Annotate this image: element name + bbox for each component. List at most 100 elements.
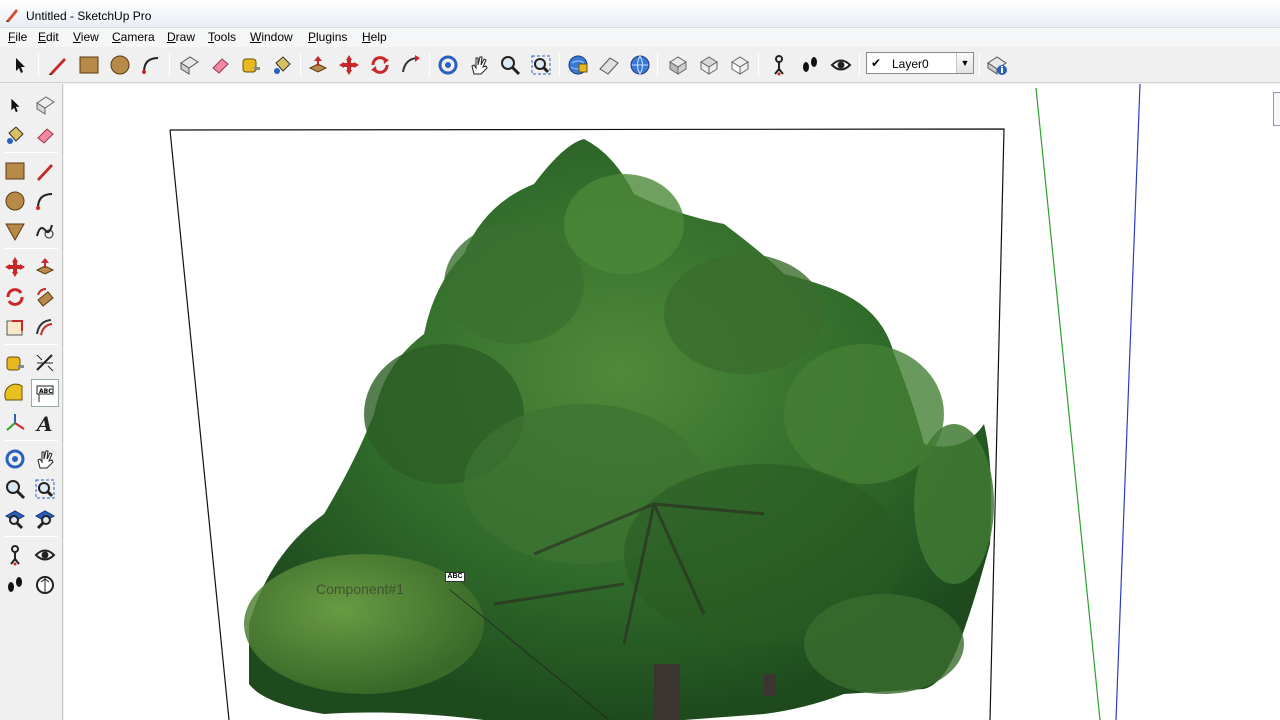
arc-icon[interactable] [31, 187, 59, 215]
text-icon[interactable]: ABC [31, 379, 59, 407]
zoom-extents-icon[interactable] [1, 505, 29, 533]
layer-name: Layer0 [892, 57, 929, 71]
toolbar-separator [559, 53, 560, 77]
iso-view-icon[interactable] [664, 51, 692, 79]
walk-icon[interactable] [1, 571, 29, 599]
toolbar-separator [38, 53, 39, 77]
follow-me-icon[interactable] [397, 51, 425, 79]
select-arrow-icon[interactable] [6, 51, 34, 79]
svg-text:A: A [35, 412, 53, 434]
zoom-window-icon[interactable] [31, 475, 59, 503]
zoom-extents-icon[interactable] [527, 51, 555, 79]
main-toolbar [0, 47, 1280, 83]
pencil-line-icon[interactable] [44, 51, 72, 79]
component-label[interactable]: Component#1 [316, 581, 404, 597]
dimension-icon[interactable] [31, 349, 59, 377]
toolbar-separator [169, 53, 170, 77]
toolbar-separator [657, 53, 658, 77]
tape-measure-icon[interactable] [1, 349, 29, 377]
walk-icon[interactable] [796, 51, 824, 79]
menu-file[interactable]: File [8, 30, 27, 44]
rotate-icon[interactable] [366, 51, 394, 79]
tool-separator [4, 248, 58, 249]
text-tag-icon[interactable]: ABC [445, 572, 465, 582]
menu-plugins[interactable]: Plugins [308, 30, 347, 44]
look-around-icon[interactable] [827, 51, 855, 79]
menu-edit[interactable]: Edit [38, 30, 59, 44]
circle-icon[interactable] [1, 187, 29, 215]
tape-measure-icon[interactable] [237, 51, 265, 79]
tool-separator [4, 344, 58, 345]
push-pull-icon[interactable] [304, 51, 332, 79]
warehouse-icon[interactable] [626, 51, 654, 79]
get-models-icon[interactable] [564, 51, 592, 79]
title-bar: Untitled - SketchUp Pro [0, 0, 1280, 28]
push-pull-icon[interactable] [31, 253, 59, 281]
zoom-icon[interactable] [1, 475, 29, 503]
toolbar-separator [758, 53, 759, 77]
scene-canvas[interactable] [64, 84, 1280, 720]
make-component-icon[interactable] [31, 91, 59, 119]
green-axis [1035, 87, 1101, 720]
blue-axis [1115, 84, 1141, 720]
menu-draw[interactable]: Draw [167, 30, 195, 44]
zoom-icon[interactable] [496, 51, 524, 79]
make-component-icon[interactable] [175, 51, 203, 79]
window-title: Untitled - SketchUp Pro [26, 9, 152, 23]
3d-text-icon[interactable]: A [31, 409, 59, 437]
menu-tools[interactable]: Tools [208, 30, 236, 44]
chevron-down-icon[interactable]: ▼ [956, 53, 973, 73]
eraser-icon[interactable] [206, 51, 234, 79]
previous-view-icon[interactable] [31, 505, 59, 533]
arc-icon[interactable] [137, 51, 165, 79]
rotate-icon[interactable] [1, 283, 29, 311]
model-viewport[interactable]: Component#1 ABC [64, 84, 1280, 720]
menu-bar: File Edit View Camera Draw Tools Window … [0, 28, 1280, 47]
protractor-icon[interactable] [1, 379, 29, 407]
section-plane-icon[interactable] [31, 571, 59, 599]
model-info-icon[interactable] [983, 51, 1011, 79]
pan-hand-icon[interactable] [465, 51, 493, 79]
circle-icon[interactable] [106, 51, 134, 79]
move-icon[interactable] [335, 51, 363, 79]
axes-icon[interactable] [1, 409, 29, 437]
front-view-icon[interactable] [726, 51, 754, 79]
tool-separator [4, 536, 58, 537]
rectangle-icon[interactable] [1, 157, 29, 185]
position-camera-icon[interactable] [765, 51, 793, 79]
orbit-icon[interactable] [1, 445, 29, 473]
paint-bucket-icon[interactable] [1, 121, 29, 149]
share-model-icon[interactable] [595, 51, 623, 79]
pencil-line-icon[interactable] [31, 157, 59, 185]
menu-help[interactable]: Help [362, 30, 387, 44]
top-view-icon[interactable] [695, 51, 723, 79]
tool-separator [4, 152, 58, 153]
rectangle-icon[interactable] [75, 51, 103, 79]
toolbar-separator [429, 53, 430, 77]
panel-tab-handle[interactable] [1273, 92, 1280, 126]
follow-me-icon[interactable] [31, 283, 59, 311]
position-camera-icon[interactable] [1, 541, 29, 569]
large-tool-set: ABC A [0, 84, 63, 720]
menu-camera[interactable]: Camera [112, 30, 155, 44]
select-arrow-icon[interactable] [1, 91, 29, 119]
pine-tree-image[interactable] [244, 139, 994, 720]
look-around-icon[interactable] [31, 541, 59, 569]
offset-icon[interactable] [31, 313, 59, 341]
freehand-icon[interactable] [31, 217, 59, 245]
scale-icon[interactable] [1, 313, 29, 341]
layer-visible-check: ✔ [871, 56, 882, 70]
menu-window[interactable]: Window [250, 30, 293, 44]
toolbar-separator [859, 53, 860, 77]
toolbar-separator [979, 53, 980, 77]
polygon-icon[interactable] [1, 217, 29, 245]
move-icon[interactable] [1, 253, 29, 281]
layer-dropdown[interactable]: ✔ Layer0 ▼ [866, 52, 974, 74]
orbit-icon[interactable] [434, 51, 462, 79]
eraser-icon[interactable] [31, 121, 59, 149]
sketchup-app-icon[interactable] [4, 7, 20, 23]
paint-bucket-icon[interactable] [268, 51, 296, 79]
pan-hand-icon[interactable] [31, 445, 59, 473]
tool-separator [4, 440, 58, 441]
menu-view[interactable]: View [73, 30, 99, 44]
